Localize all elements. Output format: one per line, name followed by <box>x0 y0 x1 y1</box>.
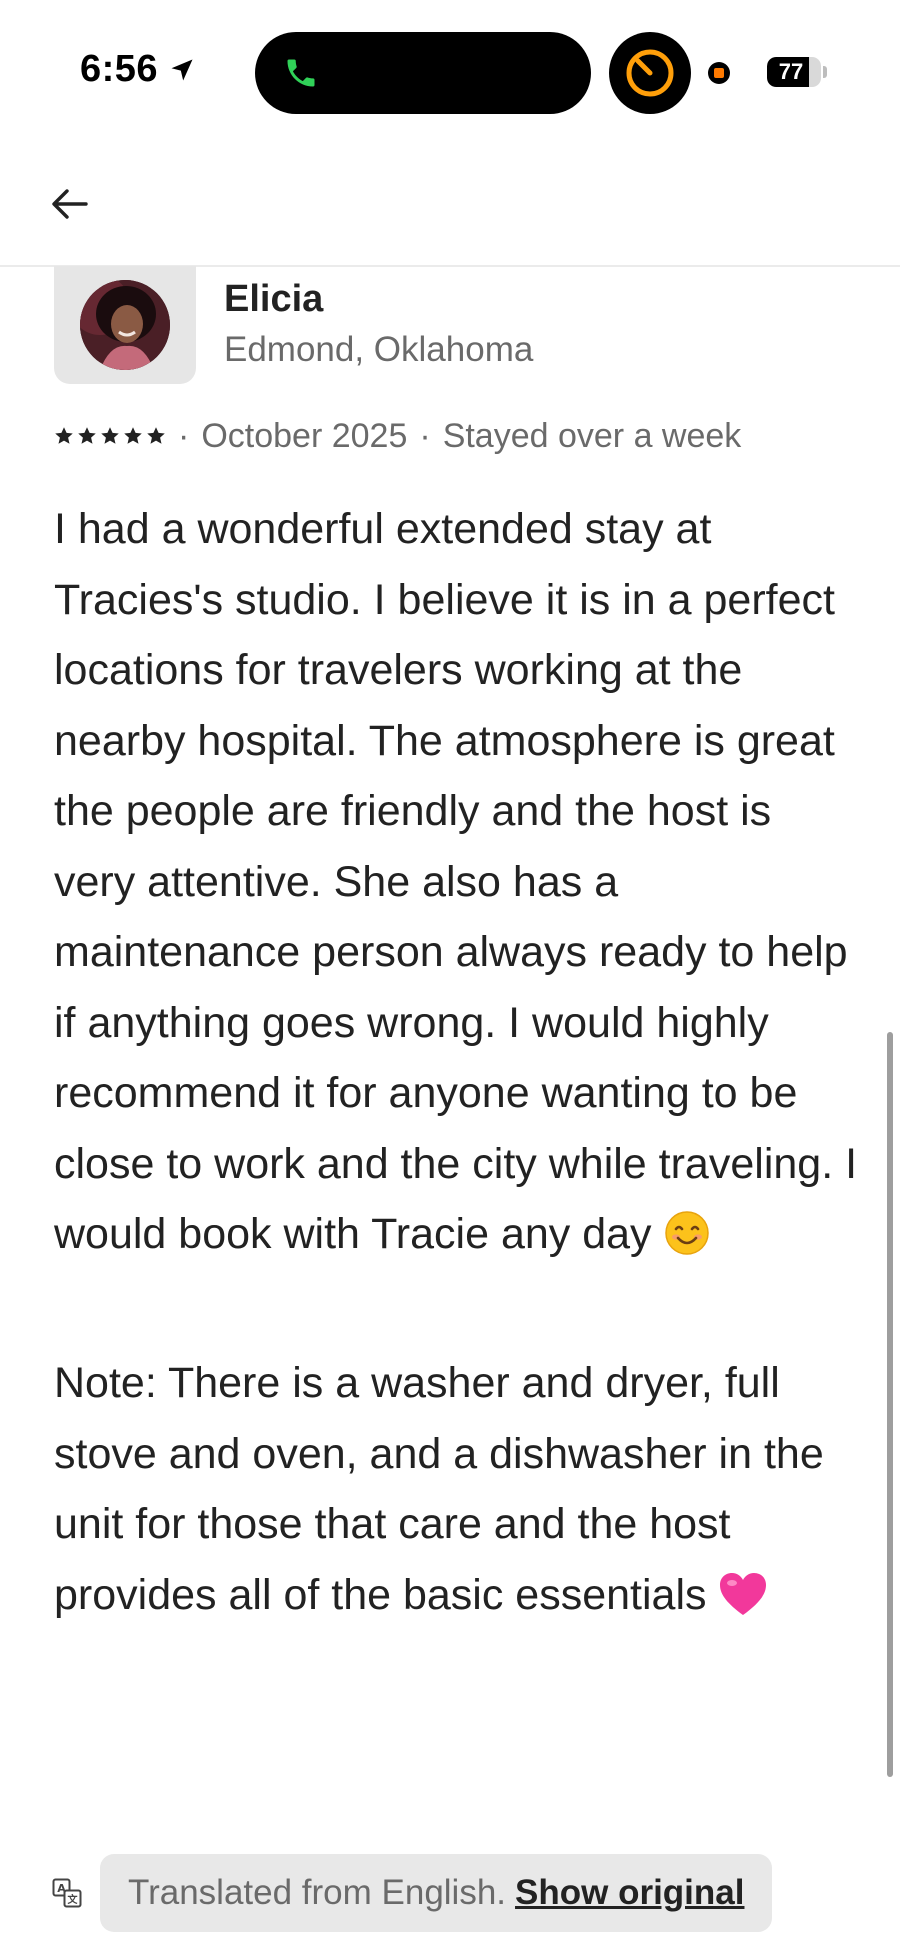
location-arrow-icon <box>168 56 196 84</box>
timer-icon <box>626 49 674 97</box>
review-note-text: Note: There is a washer and dryer, full … <box>54 1359 824 1619</box>
reviewer-name[interactable]: Elicia <box>224 278 323 321</box>
status-time-group: 6:56 <box>80 48 196 91</box>
top-nav-bar <box>0 140 900 267</box>
status-bar: 6:56 77 <box>0 0 900 140</box>
meta-separator: · <box>178 416 190 455</box>
review-body-text: I had a wonderful extended stay at Traci… <box>54 505 858 1258</box>
arrow-left-icon <box>52 189 88 219</box>
timer-activity[interactable] <box>609 32 691 114</box>
battery-level: 77 <box>778 59 804 84</box>
star-icon <box>55 427 73 444</box>
star-icon <box>147 427 165 444</box>
star-icon <box>124 427 142 444</box>
screen-record-icon <box>708 62 730 84</box>
svg-text:文: 文 <box>68 1893 79 1906</box>
translation-row: A 文 Translated from English. Show origin… <box>52 1854 773 1932</box>
review-date: October 2025 <box>201 416 408 455</box>
smiling-face-emoji <box>664 1207 710 1278</box>
status-time: 6:56 <box>80 48 159 90</box>
translate-icon: A 文 <box>52 1878 82 1908</box>
battery-tip <box>823 66 827 78</box>
back-button[interactable] <box>44 178 96 230</box>
translation-notice-text: Translated from English. <box>128 1873 507 1912</box>
translation-notice: Translated from English. Show original <box>100 1854 773 1932</box>
review-text: I had a wonderful extended stay at Traci… <box>54 494 864 1638</box>
meta-separator: · <box>419 416 431 455</box>
star-icon <box>78 427 96 444</box>
scrollbar[interactable] <box>887 1032 893 1777</box>
star-icon <box>101 427 119 444</box>
pink-heart-emoji <box>718 1568 768 1639</box>
avatar[interactable] <box>80 280 170 370</box>
star-rating <box>54 426 166 446</box>
phone-call-icon <box>283 54 319 97</box>
reviewer-header: Elicia Edmond, Oklahoma <box>54 266 854 386</box>
battery-icon: 77 <box>767 57 821 87</box>
reviewer-location: Edmond, Oklahoma <box>224 330 534 369</box>
avatar-frame <box>54 266 196 384</box>
stay-length: Stayed over a week <box>442 416 742 455</box>
review-meta: · October 2025 · Stayed over a week <box>54 414 741 458</box>
dynamic-island[interactable] <box>255 32 591 114</box>
show-original-link[interactable]: Show original <box>515 1873 744 1913</box>
